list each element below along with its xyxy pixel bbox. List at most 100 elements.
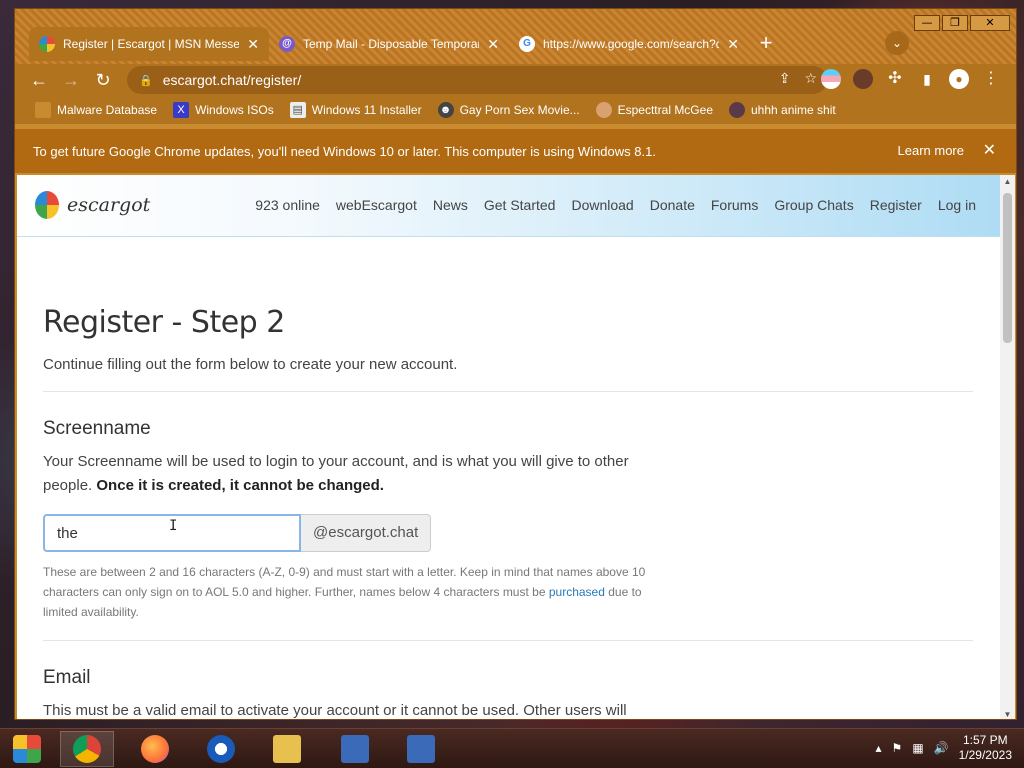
taskbar-file-explorer[interactable] (260, 731, 314, 767)
clock-date: 1/29/2023 (958, 748, 1012, 762)
obama-icon (207, 735, 235, 763)
tab-escargot[interactable]: Register | Escargot | MSN Messe ✕ (29, 27, 269, 61)
scrollbar-thumb[interactable] (1003, 193, 1012, 343)
page-viewport: escargot 923 online webEscargot News Get… (17, 175, 1015, 719)
tab-close-icon[interactable]: ✕ (727, 36, 739, 53)
nav-register[interactable]: Register (870, 197, 922, 213)
bookmark-anime[interactable]: uhhh anime shit (729, 102, 836, 118)
site-nav: 923 online webEscargot News Get Started … (255, 197, 976, 213)
bookmark-label: uhhh anime shit (751, 103, 836, 117)
tab-title: https://www.google.com/search?q (543, 37, 720, 51)
taskbar-firefox[interactable] (128, 731, 182, 767)
nav-download[interactable]: Download (571, 197, 633, 213)
tray-chevron-icon[interactable]: ▴ (876, 741, 882, 755)
share-icon[interactable]: ⇪ (779, 70, 791, 87)
bookmark-windows-11-installer[interactable]: ▤ Windows 11 Installer (289, 102, 422, 118)
browser-window: Register | Escargot | MSN Messe ✕ @ Temp… (14, 8, 1017, 720)
infobar-message: To get future Google Chrome updates, you… (33, 143, 656, 159)
escargot-logo[interactable]: escargot (35, 191, 150, 219)
purchased-link[interactable]: purchased (549, 585, 605, 599)
side-panel-icon[interactable]: ▮ (917, 69, 937, 89)
chrome-icon (73, 735, 101, 763)
network-tray-icon[interactable]: ▦ (912, 741, 923, 755)
tab-title: Register | Escargot | MSN Messe (63, 37, 240, 51)
menu-kebab-icon[interactable]: ⋮ (981, 69, 1001, 89)
logo-text: escargot (67, 194, 151, 216)
new-tab-button[interactable]: + (753, 31, 779, 57)
tab-google[interactable]: G https://www.google.com/search?q ✕ (509, 27, 749, 61)
tab-tempmail[interactable]: @ Temp Mail - Disposable Temporar ✕ (269, 27, 509, 61)
update-infobar: To get future Google Chrome updates, you… (15, 129, 1016, 173)
escargot-icon (39, 36, 55, 52)
nav-get-started[interactable]: Get Started (484, 197, 556, 213)
firefox-icon (141, 735, 169, 763)
tab-search-chevron-icon[interactable]: ⌄ (885, 31, 909, 55)
scroll-up-icon[interactable]: ▲ (1000, 177, 1015, 186)
nav-news[interactable]: News (433, 197, 468, 213)
bookmark-label: Windows 11 Installer (311, 103, 422, 117)
screenname-help: These are between 2 and 16 characters (A… (43, 562, 653, 622)
taskbar: ▴ ⚑ ▦ 🔊 1:57 PM 1/29/2023 (0, 728, 1024, 768)
escargot-logo-icon (35, 191, 59, 219)
tab-title: Temp Mail - Disposable Temporar (303, 37, 480, 51)
minimize-button[interactable]: — (914, 15, 940, 31)
close-infobar-icon[interactable]: ✕ (983, 140, 996, 160)
bookmarks-bar: Malware Database X Windows ISOs ▤ Window… (15, 96, 1016, 124)
taskbar-network-1[interactable] (328, 731, 382, 767)
screenname-desc-bold: Once it is created, it cannot be changed… (96, 477, 384, 494)
network-icon (341, 735, 369, 763)
avatar-extension-icon[interactable] (853, 69, 873, 89)
scroll-down-icon[interactable]: ▼ (1000, 710, 1015, 719)
flag-extension-icon[interactable] (821, 69, 841, 89)
page-scrollbar[interactable]: ▲ ▼ (1000, 175, 1015, 719)
bookmark-star-icon[interactable]: ☆ (804, 70, 817, 87)
bookmark-malware-database[interactable]: Malware Database (35, 102, 157, 118)
google-icon: G (519, 36, 535, 52)
bookmark-especttral[interactable]: Especttral McGee (595, 102, 713, 118)
site-icon: ☻ (437, 102, 454, 118)
email-heading: Email (43, 667, 91, 688)
nav-donate[interactable]: Donate (650, 197, 695, 213)
maximize-button[interactable]: ❐ (942, 15, 968, 31)
screenname-input-group: @escargot.chat (43, 514, 973, 552)
browser-toolbar: ← → ↻ 🔒 escargot.chat/register/ ⇪ ☆ ✣ ▮ … (15, 64, 1016, 96)
text-cursor-icon: I (169, 518, 178, 534)
page-lead: Continue filling out the form below to c… (43, 356, 458, 373)
address-bar[interactable]: 🔒 escargot.chat/register/ ⇪ ☆ (127, 66, 827, 94)
tab-close-icon[interactable]: ✕ (487, 36, 499, 53)
url-text[interactable]: escargot.chat/register/ (163, 72, 302, 88)
clock[interactable]: 1:57 PM 1/29/2023 (959, 733, 1012, 763)
anime-icon (729, 102, 745, 118)
site-header: escargot 923 online webEscargot News Get… (17, 175, 1000, 237)
bookmark-windows-isos[interactable]: X Windows ISOs (173, 102, 274, 118)
extension-icons: ✣ ▮ ● ⋮ (821, 69, 1001, 89)
forward-arrow-icon[interactable]: → (59, 68, 83, 92)
start-button[interactable] (0, 731, 54, 767)
tempmail-icon: @ (279, 36, 295, 52)
divider (43, 391, 973, 392)
taskbar-obama[interactable] (194, 731, 248, 767)
nav-webescargot[interactable]: webEscargot (336, 197, 417, 213)
puzzle-extensions-icon[interactable]: ✣ (885, 69, 905, 89)
reload-icon[interactable]: ↻ (91, 68, 115, 92)
file-explorer-icon (273, 735, 301, 763)
back-arrow-icon[interactable]: ← (27, 68, 51, 92)
register-form: Register - Step 2 Continue filling out t… (43, 305, 973, 719)
bookmark-site[interactable]: ☻ Gay Porn Sex Movie... (437, 102, 580, 118)
nav-forums[interactable]: Forums (711, 197, 758, 213)
lock-icon[interactable]: 🔒 (139, 74, 153, 87)
x-icon: X (173, 102, 190, 118)
nav-group-chats[interactable]: Group Chats (774, 197, 853, 213)
nav-online-count: 923 online (255, 197, 320, 213)
flag-icon[interactable]: ⚑ (892, 741, 903, 755)
clock-time: 1:57 PM (962, 733, 1008, 747)
tab-close-icon[interactable]: ✕ (247, 36, 259, 53)
nav-log-in[interactable]: Log in (938, 197, 976, 213)
learn-more-link[interactable]: Learn more (898, 143, 964, 158)
taskbar-chrome[interactable] (60, 731, 114, 767)
volume-icon[interactable]: 🔊 (934, 741, 949, 755)
profile-icon[interactable]: ● (949, 69, 969, 89)
bookmark-label: Windows ISOs (195, 103, 274, 117)
close-window-button[interactable]: ✕ (970, 15, 1010, 31)
taskbar-network-2[interactable] (394, 731, 448, 767)
